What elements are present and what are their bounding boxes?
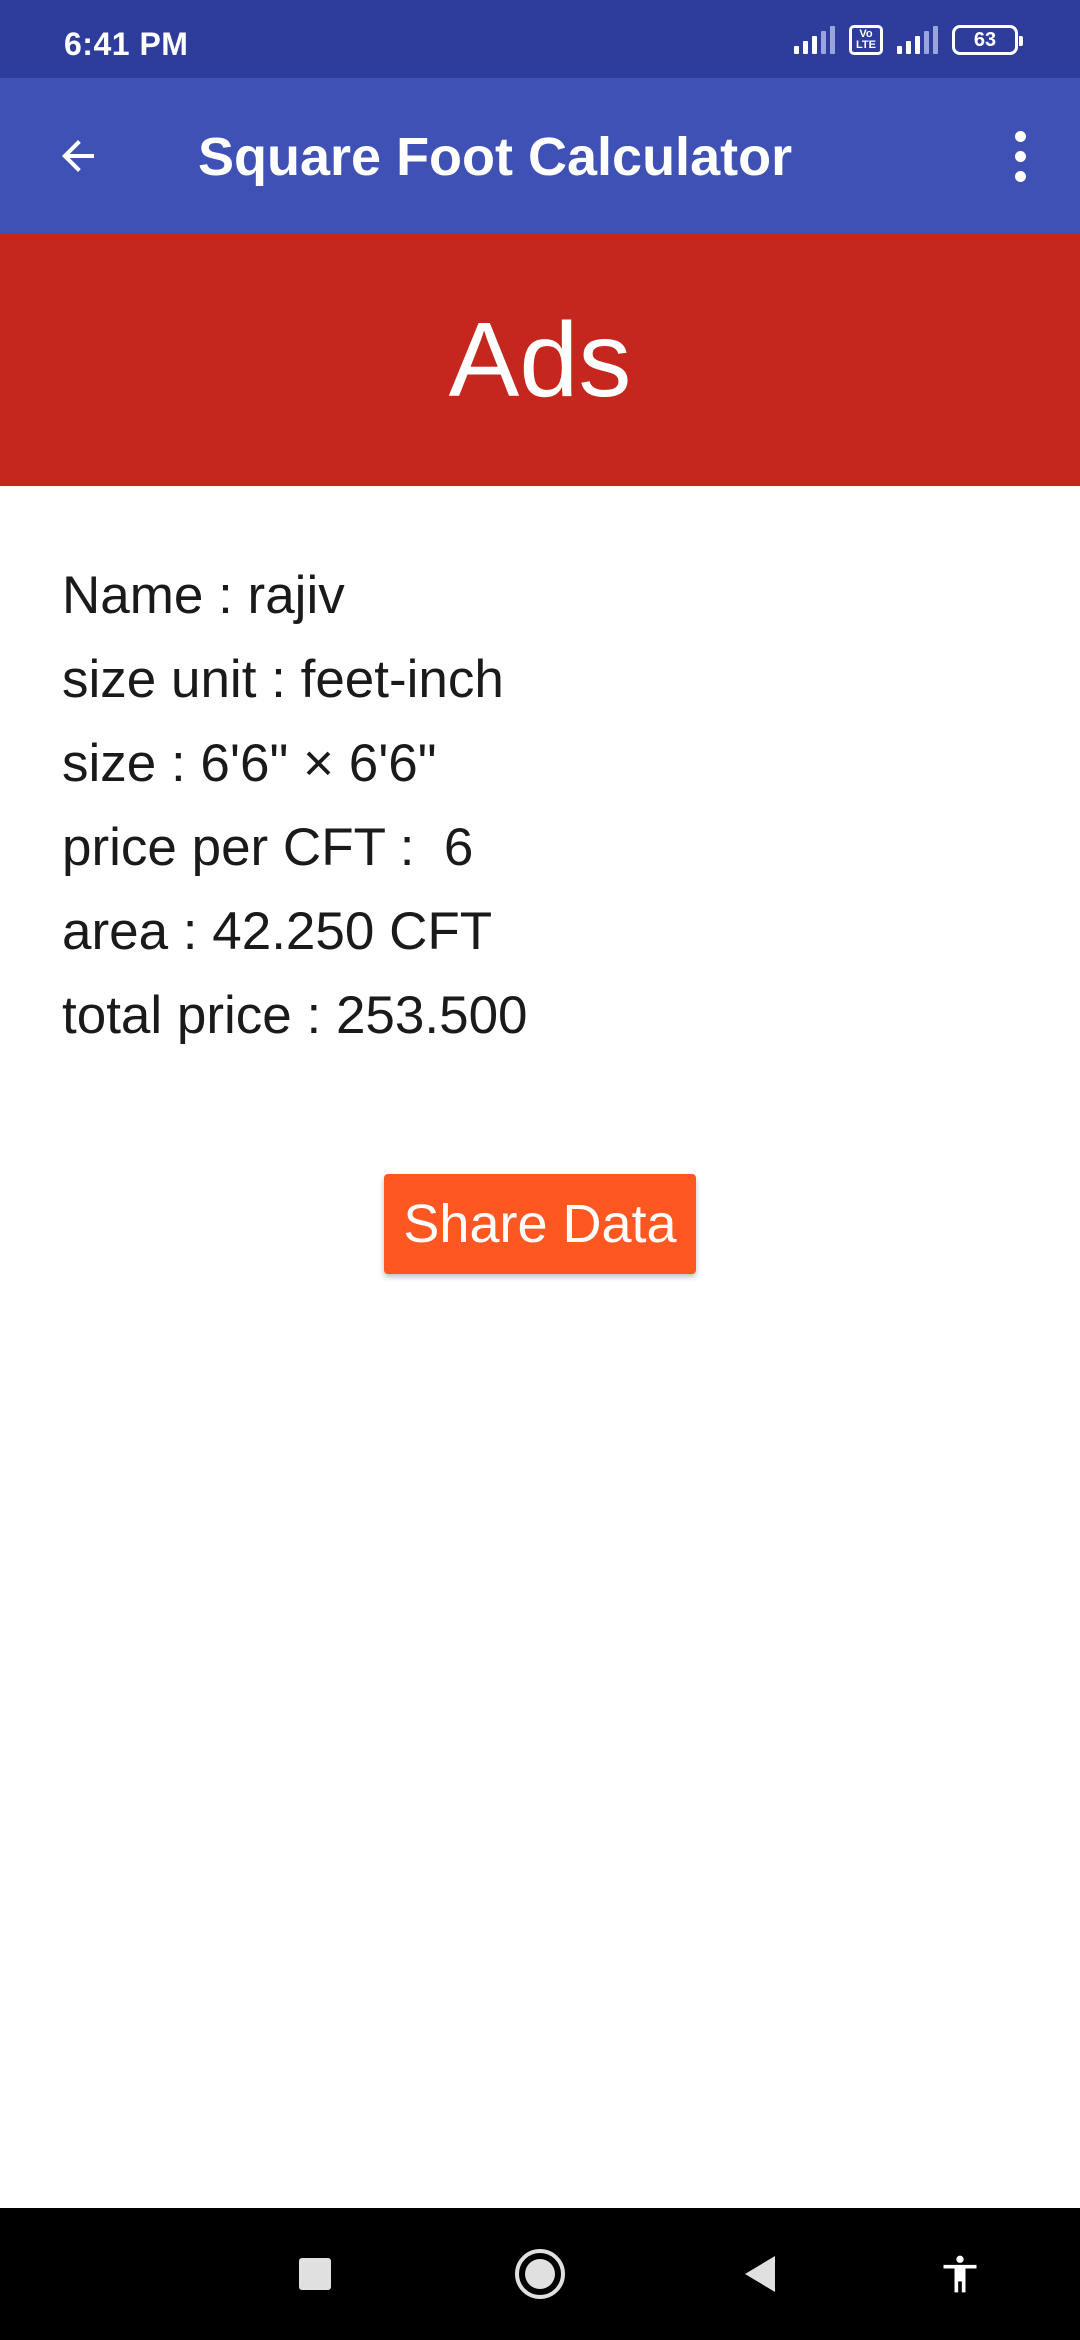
overflow-menu-button[interactable] (982, 118, 1058, 194)
signal-strength-icon (794, 26, 835, 54)
status-bar: 6:41 PM Vo LTE 63 (0, 0, 1080, 78)
detail-name: Name : rajiv (62, 566, 345, 625)
triangle-back-icon (745, 2256, 775, 2292)
detail-area: area : 42.250 CFT (62, 902, 493, 961)
back-button[interactable] (40, 118, 116, 194)
home-circle-icon (515, 2249, 565, 2299)
ad-banner[interactable]: Ads (0, 234, 1080, 486)
detail-price-per-cft: price per CFT : 6 (62, 818, 474, 877)
battery-icon: 63 (952, 25, 1023, 55)
system-navigation-bar (0, 2208, 1080, 2340)
back-nav-button[interactable] (730, 2244, 790, 2304)
calculation-details: Name : rajiv size unit : feet-inch size … (62, 554, 1022, 1058)
battery-level: 63 (973, 28, 997, 51)
detail-size: size : 6'6" × 6'6" (62, 734, 437, 793)
detail-size-unit: size unit : feet-inch (62, 650, 504, 709)
arrow-back-icon (62, 140, 94, 172)
volte-icon: Vo LTE (849, 25, 883, 55)
accessibility-button[interactable] (930, 2244, 990, 2304)
recents-button[interactable] (285, 2244, 345, 2304)
status-icons: Vo LTE 63 (794, 20, 1023, 60)
accessibility-icon (943, 2255, 977, 2293)
square-icon (299, 2258, 331, 2290)
share-data-button[interactable]: Share Data (384, 1174, 696, 1274)
signal-strength-icon-2 (897, 26, 938, 54)
home-button[interactable] (510, 2244, 570, 2304)
ad-banner-text: Ads (448, 301, 632, 419)
page-title: Square Foot Calculator (198, 127, 793, 187)
status-time: 6:41 PM (64, 26, 189, 62)
detail-total-price: total price : 253.500 (62, 986, 528, 1045)
more-vert-icon (1014, 130, 1026, 142)
app-bar: Square Foot Calculator (0, 78, 1080, 234)
